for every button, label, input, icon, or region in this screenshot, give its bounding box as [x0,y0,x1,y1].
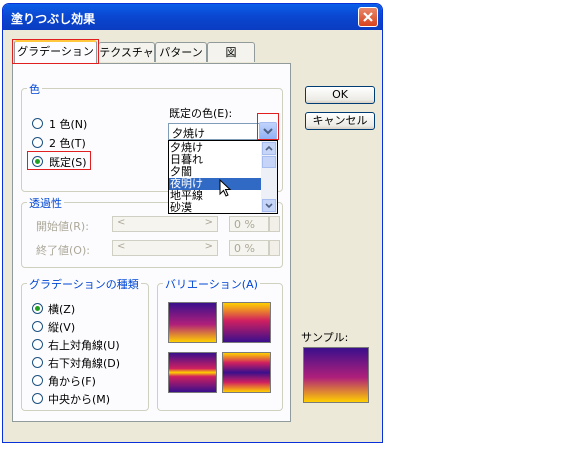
start-value-input[interactable]: 0 % [229,216,269,232]
color-group-label: 色 [27,81,42,97]
scroll-down-button[interactable] [262,199,276,212]
radio-diagonal-down-label: 右下対角線(D) [48,357,121,370]
end-value-input[interactable]: 0 % [229,240,269,256]
mouse-cursor-icon [219,179,232,197]
start-value-label: 開始値(R): [36,220,89,233]
transparency-label: 透過性 [27,195,64,211]
scroll-up-icon [265,145,273,151]
variation-swatch-3[interactable] [168,352,217,393]
tab-pattern-label: パターン [159,46,203,59]
tab-pattern[interactable]: パターン [155,42,207,62]
start-value-slider[interactable]: < > [112,216,218,232]
close-button[interactable] [358,7,378,27]
end-value-slider[interactable]: < > [112,240,218,256]
list-item[interactable]: 砂漠 [170,202,192,214]
radio-two-color-label: 2 色(T) [49,137,86,150]
slider-right-arrow-icon: > [204,241,213,252]
end-value-text: 0 % [234,242,255,255]
title-bar[interactable]: 塗りつぶし効果 [3,4,382,30]
start-value-text: 0 % [234,218,255,231]
variation-swatch-1[interactable] [168,302,217,343]
radio-one-color-label: 1 色(N) [49,118,88,131]
slider-left-arrow-icon: < [117,241,126,252]
radio-from-corner[interactable] [32,375,43,386]
radio-vertical[interactable] [32,321,43,332]
slider-left-arrow-icon: < [117,217,126,228]
highlight-box-dropdown [257,113,279,140]
scroll-thumb[interactable] [262,156,276,168]
highlight-box-tab [12,39,99,64]
radio-from-center[interactable] [32,393,43,404]
scroll-down-icon [265,203,273,209]
radio-from-corner-label: 角から(F) [48,375,96,388]
sample-label: サンプル: [301,331,349,344]
radio-horizontal-label: 横(Z) [48,303,76,316]
tab-panel: 色 1 色(N) 2 色(T) 既定(S) 既定の色(E): 夕焼け 夕焼け 日… [12,63,291,422]
radio-from-center-label: 中央から(M) [48,393,111,406]
radio-diagonal-up-label: 右上対角線(U) [48,339,120,352]
highlight-box-preset [27,151,91,170]
fill-effects-dialog: 塗りつぶし効果 グラデーション テクスチャ パターン 図 色 1 色(N) 2 … [2,3,383,443]
cancel-button[interactable]: キャンセル [305,112,375,130]
close-icon [363,12,373,22]
tab-texture-label: テクスチャ [99,46,154,59]
color-group: 色 1 色(N) 2 色(T) 既定(S) 既定の色(E): 夕焼け 夕焼け 日… [21,81,283,214]
radio-diagonal-down[interactable] [32,357,43,368]
ok-button-label: OK [332,88,348,101]
radio-horizontal[interactable] [32,303,43,314]
dialog-title: 塗りつぶし効果 [11,12,96,26]
tab-picture-label: 図 [225,46,237,59]
preset-colors-list[interactable]: 夕焼け 日暮れ 夕闇 夜明け 地平線 砂漠 [168,140,278,214]
slider-right-arrow-icon: > [204,217,213,228]
end-value-spinner[interactable] [269,240,280,256]
radio-vertical-label: 縦(V) [48,321,76,334]
radio-two-color[interactable] [32,137,43,148]
end-value-label: 終了値(O): [36,244,90,257]
scroll-up-button[interactable] [262,142,276,155]
list-scrollbar[interactable] [261,141,277,213]
tab-texture[interactable]: テクスチャ [98,42,155,62]
variation-group: バリエーション(A) [157,276,283,411]
ok-button[interactable]: OK [305,86,375,104]
radio-one-color[interactable] [32,118,43,129]
cancel-button-label: キャンセル [312,114,368,127]
gradient-type-group: グラデーションの種類 横(Z) 縦(V) 右上対角線(U) 右下対角線(D) 角… [21,276,149,411]
sample-preview [303,347,369,403]
gradient-type-label: グラデーションの種類 [27,276,141,292]
variation-label: バリエーション(A) [163,276,260,292]
preset-colors-combobox[interactable]: 夕焼け [168,123,268,140]
radio-diagonal-up[interactable] [32,339,43,350]
preset-colors-value: 夕焼け [172,127,205,140]
preset-colors-label: 既定の色(E): [169,107,233,120]
start-value-spinner[interactable] [269,216,280,232]
variation-swatch-4[interactable] [222,352,271,393]
variation-swatch-2[interactable] [222,302,271,343]
tab-picture[interactable]: 図 [207,42,255,62]
